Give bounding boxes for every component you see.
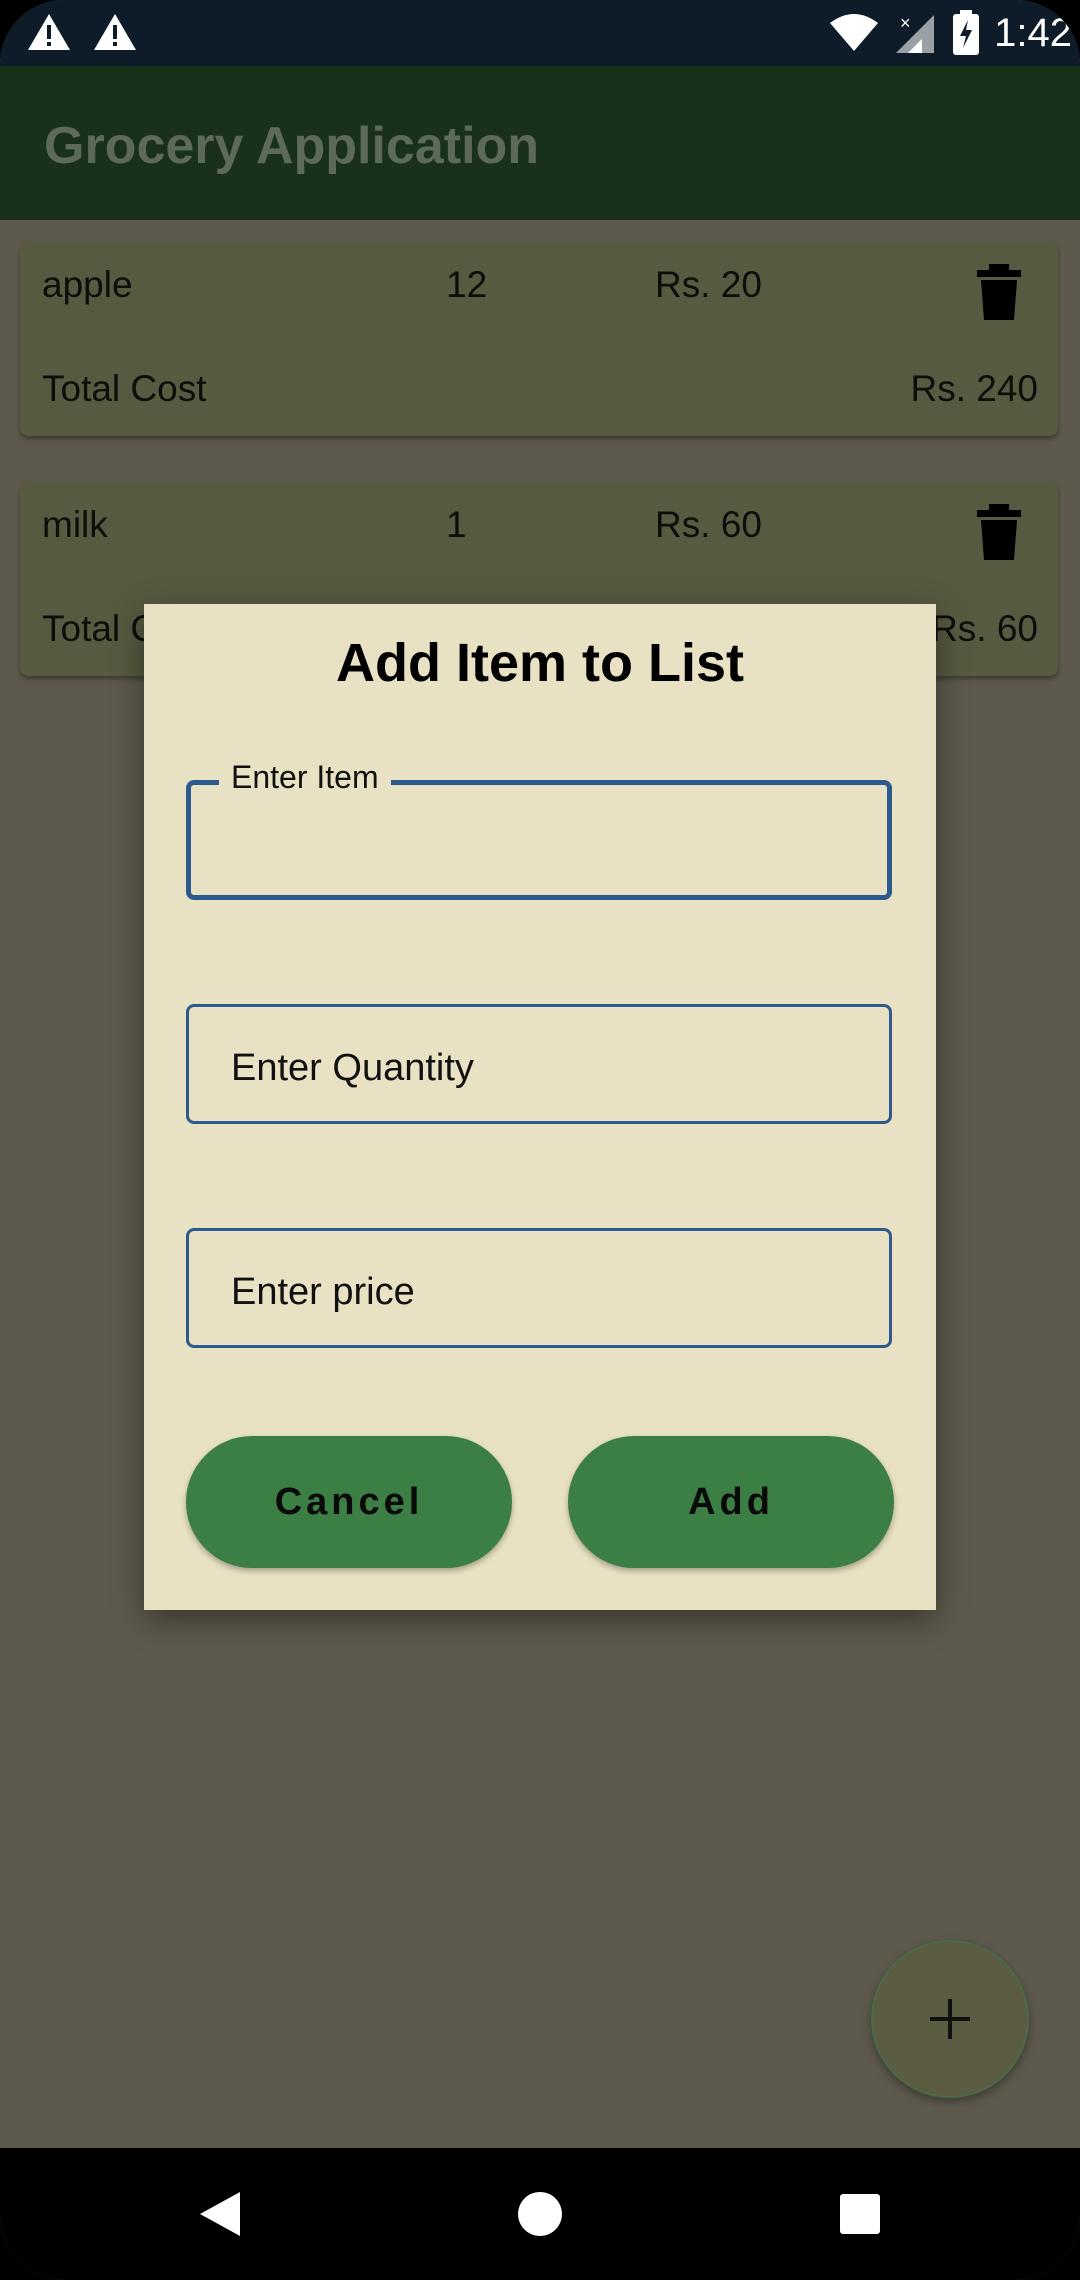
- total-cost-label: Total Cost: [42, 368, 207, 409]
- item-quantity: 1: [446, 504, 467, 545]
- item-price: Rs. 60: [655, 504, 762, 545]
- dialog-title: Add Item to List: [336, 633, 744, 693]
- svg-text:×: ×: [900, 13, 911, 33]
- navigation-bar: [0, 2148, 1080, 2280]
- item-input-label: Enter Item: [219, 759, 391, 796]
- app-bar: Grocery Application: [0, 66, 1080, 220]
- delete-icon[interactable]: [975, 264, 1023, 320]
- price-input[interactable]: Enter price: [186, 1228, 892, 1348]
- status-bar: × 1:42: [0, 0, 1080, 66]
- nav-back-button[interactable]: [160, 2148, 280, 2280]
- total-cost-value: Rs. 60: [931, 608, 1038, 649]
- add-item-dialog: Add Item to List Enter Item Enter Quanti…: [144, 604, 936, 1610]
- cancel-button[interactable]: Cancel: [186, 1436, 512, 1568]
- status-right: × 1:42: [828, 0, 1080, 66]
- nav-home-button[interactable]: [480, 2148, 600, 2280]
- recents-icon: [840, 2194, 880, 2234]
- home-icon: [518, 2192, 562, 2236]
- add-item-fab[interactable]: [871, 1940, 1029, 2098]
- item-name: apple: [42, 264, 133, 305]
- wifi-icon: [830, 14, 879, 51]
- total-cost-value: Rs. 240: [910, 368, 1038, 409]
- item-quantity: 12: [446, 264, 488, 305]
- warning-icon: [28, 14, 70, 50]
- add-button[interactable]: Add: [568, 1436, 894, 1568]
- battery-charging-icon: [953, 10, 980, 55]
- list-item: apple 12 Rs. 20 Total Cost Rs. 240: [20, 242, 1058, 436]
- status-time: 1:42: [994, 10, 1072, 55]
- item-input[interactable]: Enter Item: [186, 759, 892, 900]
- price-placeholder: Enter price: [231, 1271, 415, 1313]
- quantity-placeholder: Enter Quantity: [231, 1047, 474, 1089]
- plus-icon: [930, 1999, 970, 2039]
- nav-recents-button[interactable]: [800, 2148, 920, 2280]
- screen: × 1:42 Grocery Application apple 12 Rs. …: [0, 0, 1080, 2280]
- warning-icon: [94, 14, 136, 50]
- signal-icon: ×: [896, 13, 935, 53]
- back-icon: [200, 2192, 240, 2236]
- item-price: Rs. 20: [655, 264, 762, 305]
- quantity-input[interactable]: Enter Quantity: [186, 1004, 892, 1124]
- item-name: milk: [42, 504, 108, 545]
- delete-icon[interactable]: [975, 504, 1023, 560]
- app-title: Grocery Application: [44, 117, 540, 175]
